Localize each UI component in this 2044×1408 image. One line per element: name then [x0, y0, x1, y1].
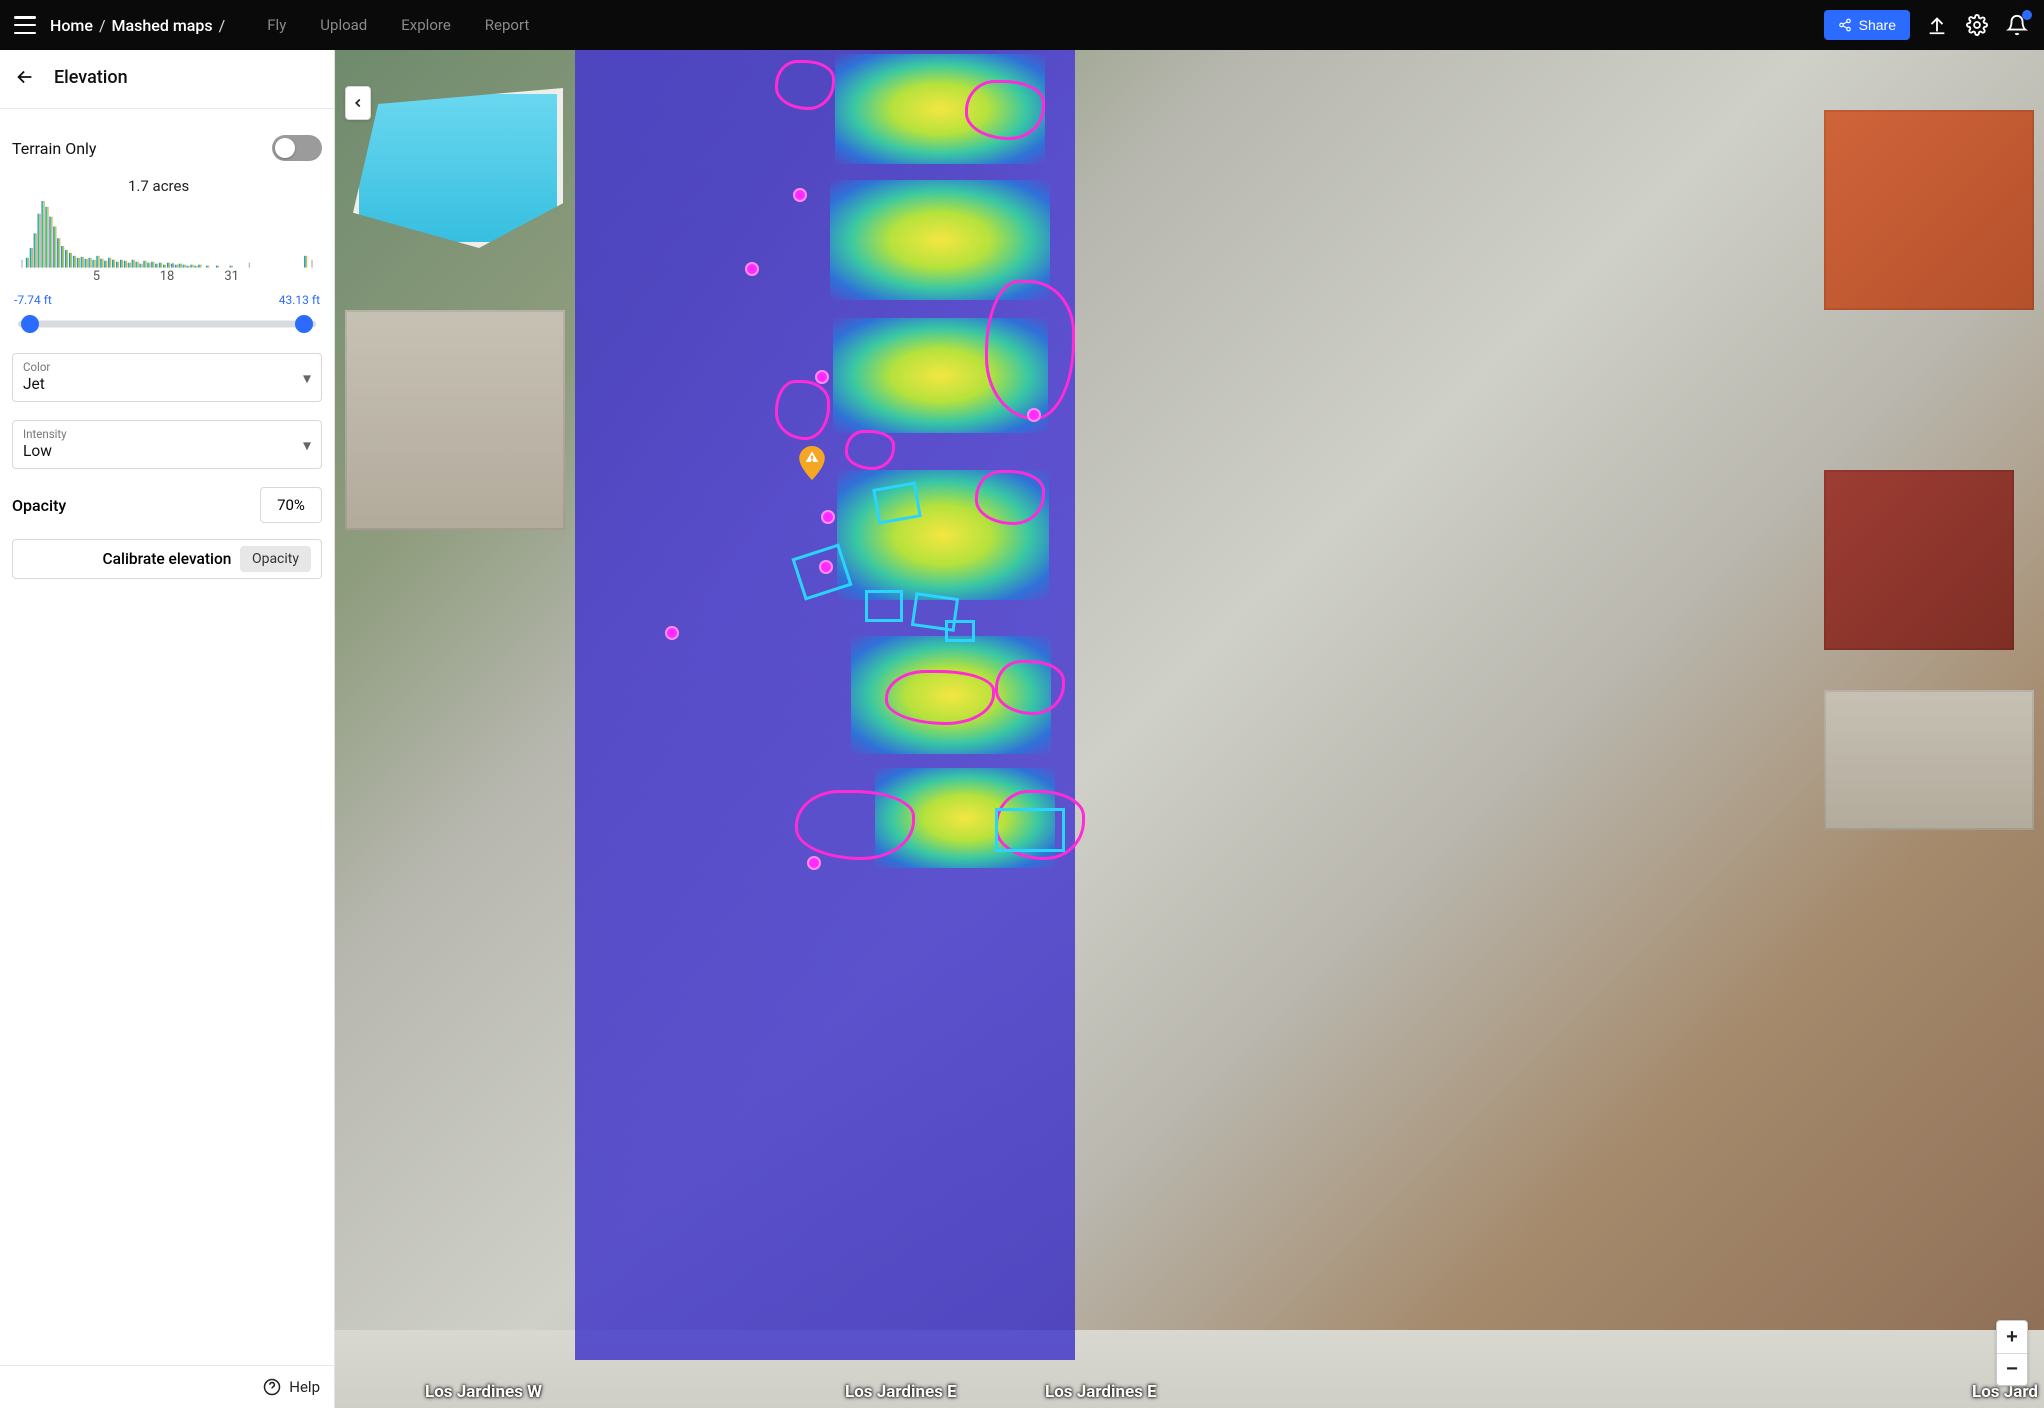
chevron-left-icon	[351, 96, 365, 110]
opacity-tooltip: Opacity	[240, 546, 311, 572]
share-label: Share	[1859, 17, 1896, 33]
intensity-value: Low	[23, 442, 311, 460]
breadcrumb-sep: /	[219, 16, 226, 35]
warning-pin[interactable]	[799, 446, 825, 480]
breadcrumb: Home / Mashed maps /	[50, 16, 225, 35]
breadcrumb-sep: /	[99, 16, 106, 35]
breadcrumb-project[interactable]: Mashed maps	[112, 16, 213, 35]
building	[1824, 110, 2034, 310]
nav-tabs: Fly Upload Explore Report	[267, 16, 529, 34]
tab-report[interactable]: Report	[485, 16, 530, 34]
elevation-overlay	[575, 50, 1075, 1360]
area-value: 1.7 acres	[128, 177, 189, 195]
histogram-ticks: 5 18 31	[20, 269, 314, 291]
pool-shape	[353, 88, 563, 248]
bell-icon[interactable]	[2004, 12, 2030, 38]
range-thumb-min[interactable]	[21, 315, 39, 333]
intensity-field-label: Intensity	[23, 427, 311, 441]
range-thumb-max[interactable]	[295, 315, 313, 333]
range-max: 43.13 ft	[279, 293, 320, 307]
upload-icon[interactable]	[1924, 12, 1950, 38]
tab-fly[interactable]: Fly	[267, 16, 286, 34]
histogram-chart	[20, 199, 314, 268]
zoom-out-button[interactable]: −	[1997, 1353, 2027, 1385]
calibrate-elevation-button[interactable]: Calibrate elevation Opacity	[12, 539, 322, 579]
terrain-only-toggle[interactable]	[272, 135, 322, 161]
building	[1824, 690, 2034, 830]
elevation-sidebar: Elevation Terrain Only 1.7 acres	[0, 50, 335, 1408]
terrain-only-label: Terrain Only	[12, 139, 97, 158]
share-button[interactable]: Share	[1824, 10, 1910, 40]
street-label: Los Jardines E	[845, 1382, 957, 1402]
share-icon	[1838, 18, 1852, 32]
opacity-label: Opacity	[12, 496, 66, 515]
map-canvas[interactable]: Los Jardines W Los Jardines E Los Jardin…	[335, 50, 2044, 1408]
zoom-control: + −	[1996, 1320, 2028, 1386]
collapse-sidebar-button[interactable]	[345, 86, 371, 120]
menu-icon[interactable]	[14, 16, 36, 34]
zoom-in-button[interactable]: +	[1997, 1321, 2027, 1353]
range-min: -7.74 ft	[14, 293, 52, 307]
opacity-input[interactable]: 70%	[260, 487, 322, 523]
street-label: Los Jardines W	[425, 1382, 542, 1402]
intensity-select[interactable]: Intensity Low ▾	[12, 420, 322, 469]
calibrate-label: Calibrate elevation	[103, 550, 232, 568]
building	[345, 310, 565, 530]
building	[1824, 470, 2014, 650]
street-label: Los Jardines E	[1045, 1382, 1157, 1402]
panel-header: Elevation	[0, 50, 334, 109]
tab-explore[interactable]: Explore	[401, 16, 451, 34]
panel-title: Elevation	[54, 67, 128, 88]
breadcrumb-home[interactable]: Home	[50, 16, 93, 35]
tab-upload[interactable]: Upload	[320, 16, 367, 34]
color-select[interactable]: Color Jet ▾	[12, 353, 322, 402]
help-link[interactable]: Help	[263, 1378, 320, 1396]
notification-dot	[2022, 10, 2032, 20]
help-icon	[263, 1378, 281, 1396]
color-value: Jet	[23, 375, 311, 393]
chevron-down-icon: ▾	[303, 368, 311, 387]
back-icon[interactable]	[14, 66, 36, 88]
elevation-histogram: 1.7 acres	[12, 171, 322, 291]
color-field-label: Color	[23, 360, 311, 374]
elevation-range-slider[interactable]	[18, 311, 316, 337]
top-bar: Home / Mashed maps / Fly Upload Explore …	[0, 0, 2044, 50]
gear-icon[interactable]	[1964, 12, 1990, 38]
chevron-down-icon: ▾	[303, 435, 311, 454]
